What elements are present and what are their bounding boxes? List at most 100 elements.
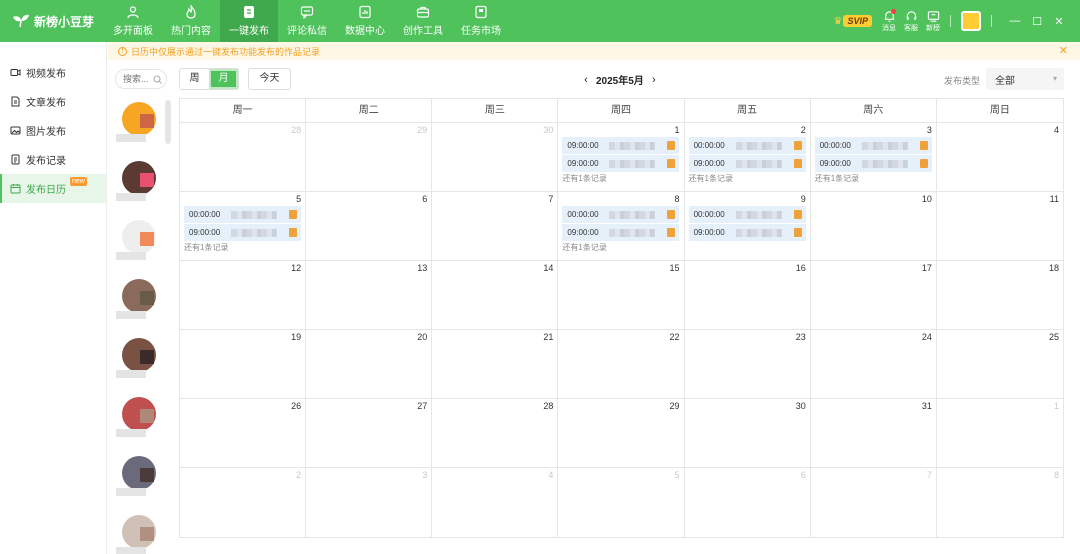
calendar-day-cell[interactable]: 28: [432, 399, 559, 467]
calendar-day-cell[interactable]: 2 00:00:00 09:00:00 还有1条记录: [685, 123, 811, 191]
publish-event[interactable]: 09:00:00: [562, 155, 680, 172]
maximize-icon[interactable]: ☐: [1026, 15, 1048, 28]
calendar-day-cell[interactable]: 6: [685, 468, 811, 537]
calendar-day-cell[interactable]: 1: [937, 399, 1063, 467]
account-item[interactable]: [116, 395, 160, 439]
calendar-day-cell[interactable]: 5: [558, 468, 685, 537]
publish-type-select[interactable]: 全部 ▾: [986, 68, 1064, 90]
calendar-day-cell[interactable]: 7: [432, 192, 559, 260]
calendar-day-cell[interactable]: 27: [306, 399, 433, 467]
calendar-day-cell[interactable]: 13: [306, 261, 433, 329]
next-month-icon[interactable]: ›: [648, 74, 660, 86]
sidebar-item-video-publish[interactable]: 视频发布: [0, 58, 106, 87]
publish-event[interactable]: 00:00:00: [562, 206, 680, 223]
publish-event[interactable]: 00:00:00: [184, 206, 301, 223]
minimize-icon[interactable]: —: [1004, 15, 1026, 27]
nav-item-data-center[interactable]: 数据中心: [336, 0, 394, 42]
day-number: 28: [291, 125, 302, 135]
search-input[interactable]: [123, 74, 153, 84]
publish-event[interactable]: 09:00:00: [562, 137, 680, 154]
account-item[interactable]: [116, 100, 160, 144]
calendar-day-cell[interactable]: 31: [811, 399, 937, 467]
publish-event[interactable]: 09:00:00: [562, 224, 680, 241]
divider: [991, 15, 992, 27]
close-icon[interactable]: ✕: [1048, 15, 1070, 28]
user-avatar[interactable]: [961, 11, 981, 31]
sidebar-item-image-publish[interactable]: 图片发布: [0, 116, 106, 145]
close-notice-icon[interactable]: ✕: [1059, 44, 1068, 57]
sidebar-item-publish-calendar[interactable]: 发布日历 new: [0, 174, 106, 203]
account-item[interactable]: [116, 218, 160, 262]
publish-event[interactable]: 09:00:00: [688, 224, 806, 241]
calendar-day-cell[interactable]: 3 00:00:00 09:00:00 还有1条记录: [811, 123, 937, 191]
publish-event[interactable]: 00:00:00: [688, 206, 806, 223]
calendar-day-cell[interactable]: 30: [685, 399, 811, 467]
account-search[interactable]: [115, 69, 167, 89]
calendar-day-cell[interactable]: 14: [432, 261, 559, 329]
account-item[interactable]: [116, 336, 160, 380]
calendar-day-cell[interactable]: 1 09:00:00 09:00:00 还有1条记录: [558, 123, 685, 191]
calendar-day-cell[interactable]: 18: [937, 261, 1063, 329]
publish-event[interactable]: 00:00:00: [814, 137, 932, 154]
nav-item-creation-tools[interactable]: 创作工具: [394, 0, 452, 42]
today-button[interactable]: 今天: [248, 68, 291, 90]
more-records-link[interactable]: 还有1条记录: [689, 174, 806, 184]
service-button[interactable]: 客服: [904, 10, 918, 33]
month-view-button[interactable]: 月: [209, 69, 238, 89]
sidebar-item-article-publish[interactable]: 文章发布: [0, 87, 106, 116]
calendar-day-cell[interactable]: 15: [558, 261, 685, 329]
more-records-link[interactable]: 还有1条记录: [562, 174, 679, 184]
publish-event[interactable]: 09:00:00: [814, 155, 932, 172]
more-records-link[interactable]: 还有1条记录: [562, 243, 679, 253]
calendar-day-cell[interactable]: 28: [180, 123, 307, 191]
calendar-day-cell[interactable]: 4: [432, 468, 559, 537]
nav-item-comments[interactable]: 评论私信: [278, 0, 336, 42]
calendar-day-cell[interactable]: 10: [811, 192, 937, 260]
calendar-day-cell[interactable]: 29: [558, 399, 685, 467]
calendar-day-cell[interactable]: 30: [432, 123, 559, 191]
calendar-day-cell[interactable]: 9 00:00:00 09:00:00: [685, 192, 811, 260]
account-item[interactable]: [116, 277, 160, 321]
calendar-day-cell[interactable]: 29: [306, 123, 433, 191]
calendar-day-cell[interactable]: 25: [937, 330, 1063, 398]
nav-item-task-market[interactable]: 任务市场: [452, 0, 510, 42]
message-button[interactable]: 消息: [882, 8, 896, 33]
nav-item-multi-panel[interactable]: 多开面板: [104, 0, 162, 42]
svip-badge[interactable]: ♛ SVIP: [834, 15, 872, 27]
nav-item-hot-content[interactable]: 热门内容: [162, 0, 220, 42]
sidebar-item-publish-record[interactable]: 发布记录: [0, 145, 106, 174]
calendar-day-cell[interactable]: 19: [180, 330, 307, 398]
nav-item-one-click-publish[interactable]: 一键发布: [220, 0, 278, 42]
calendar-day-cell[interactable]: 26: [180, 399, 307, 467]
account-item[interactable]: [116, 454, 160, 498]
calendar-day-cell[interactable]: 4: [937, 123, 1063, 191]
calendar-day-cell[interactable]: 17: [811, 261, 937, 329]
publish-event[interactable]: 00:00:00: [688, 137, 806, 154]
account-item[interactable]: [116, 513, 160, 554]
more-records-link[interactable]: 还有1条记录: [815, 174, 932, 184]
calendar-day-cell[interactable]: 8 00:00:00 09:00:00 还有1条记录: [558, 192, 685, 260]
brand[interactable]: 新榜小豆芽: [0, 13, 104, 30]
calendar-day-cell[interactable]: 3: [306, 468, 433, 537]
calendar-day-cell[interactable]: 22: [558, 330, 685, 398]
more-records-link[interactable]: 还有1条记录: [184, 243, 301, 253]
account-list-scrollbar[interactable]: [165, 100, 171, 144]
calendar-day-cell[interactable]: 2: [180, 468, 307, 537]
calendar-day-cell[interactable]: 11: [937, 192, 1063, 260]
calendar-day-cell[interactable]: 24: [811, 330, 937, 398]
calendar-day-cell[interactable]: 8: [937, 468, 1063, 537]
publish-event[interactable]: 09:00:00: [184, 224, 301, 241]
newrank-button[interactable]: 新榜: [926, 10, 940, 33]
calendar-day-cell[interactable]: 16: [685, 261, 811, 329]
calendar-day-cell[interactable]: 5 00:00:00 09:00:00 还有1条记录: [180, 192, 307, 260]
calendar-day-cell[interactable]: 23: [685, 330, 811, 398]
account-item[interactable]: [116, 159, 160, 203]
calendar-day-cell[interactable]: 7: [811, 468, 937, 537]
calendar-day-cell[interactable]: 21: [432, 330, 559, 398]
prev-month-icon[interactable]: ‹: [580, 74, 592, 86]
publish-event[interactable]: 09:00:00: [688, 155, 806, 172]
calendar-day-cell[interactable]: 12: [180, 261, 307, 329]
week-view-button[interactable]: 周: [180, 69, 209, 89]
calendar-day-cell[interactable]: 6: [306, 192, 433, 260]
calendar-day-cell[interactable]: 20: [306, 330, 433, 398]
